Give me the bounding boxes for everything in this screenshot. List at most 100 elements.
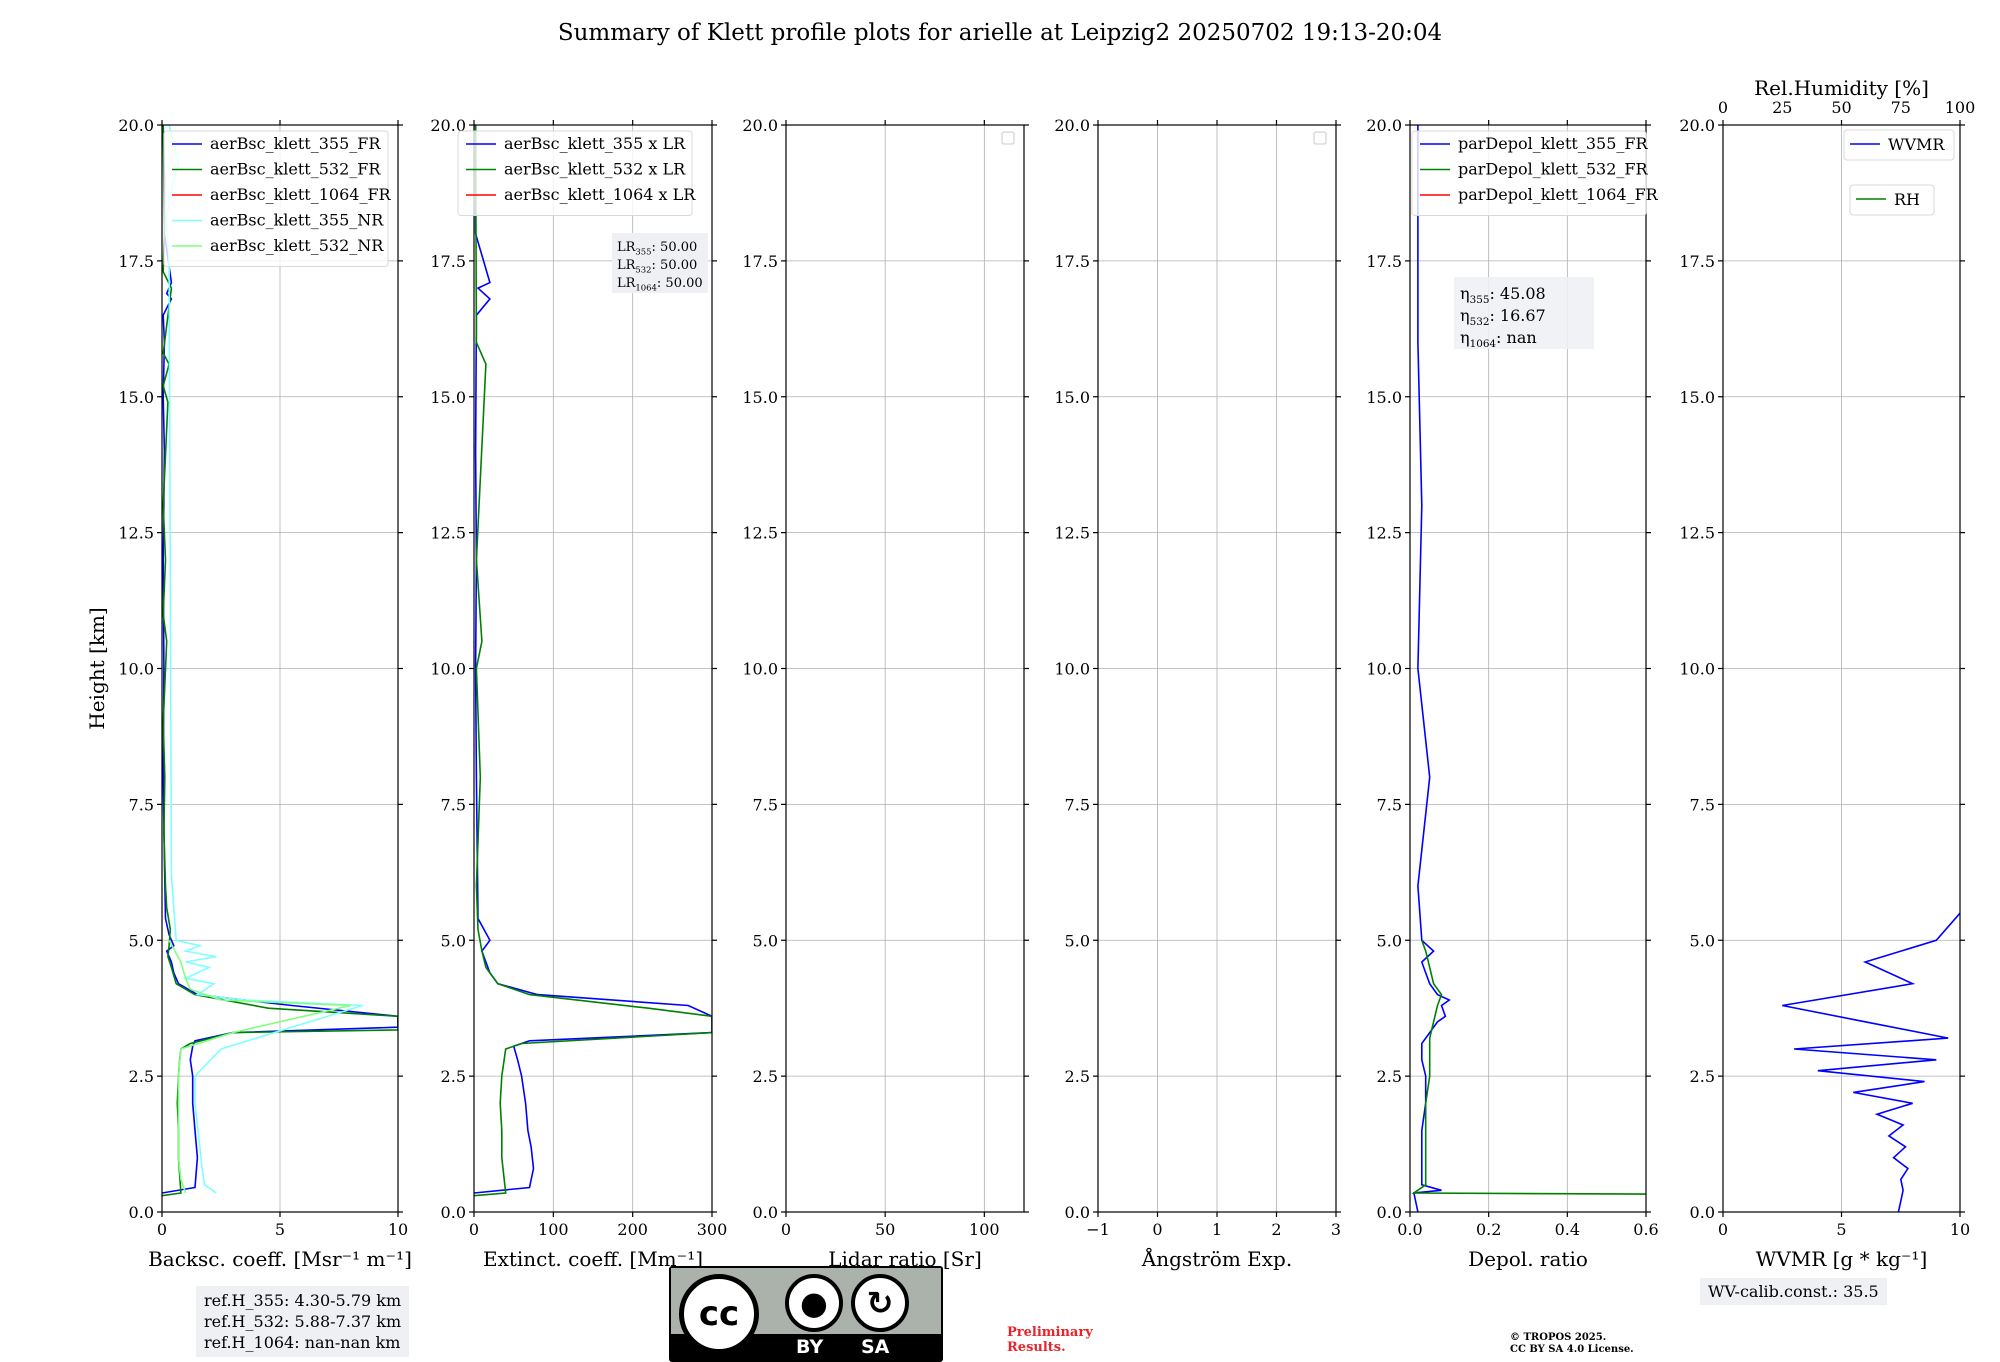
y-tick-label: 0.0 xyxy=(129,1203,154,1222)
ref-height-532: ref.H_532: 5.88-7.37 km xyxy=(204,1312,402,1331)
by-label: BY xyxy=(796,1336,824,1358)
x2-axis-label: Rel.Humidity [%] xyxy=(1754,76,1929,100)
y-tick-label: 7.5 xyxy=(1690,795,1715,814)
copyright-line-2: CC BY SA 4.0 License. xyxy=(1510,1344,1634,1355)
preliminary-note: Preliminary Results. xyxy=(1007,1325,1093,1355)
y-tick-label: 20.0 xyxy=(1054,116,1090,135)
legend-label: parDepol_klett_355_FR xyxy=(1458,134,1649,153)
y-tick-label: 12.5 xyxy=(1679,524,1715,543)
x-tick-label: 50 xyxy=(875,1220,895,1239)
copyright-line-1: © TROPOS 2025. xyxy=(1510,1332,1607,1343)
x2-tick-label: 50 xyxy=(1831,98,1851,117)
preliminary-line-2: Results. xyxy=(1007,1340,1066,1355)
series-line-WVMR xyxy=(1782,912,1960,1212)
y-tick-label: 20.0 xyxy=(742,116,778,135)
x-axis-label: Ångström Exp. xyxy=(1141,1246,1292,1271)
legend-box-RH xyxy=(1849,184,1935,216)
y-tick-label: 15.0 xyxy=(742,388,778,407)
y-tick-label: 17.5 xyxy=(1054,252,1090,271)
x-tick-label: 5 xyxy=(1836,1220,1846,1239)
y-tick-label: 15.0 xyxy=(118,388,154,407)
annotation-part: 532 xyxy=(635,264,651,274)
y-tick-label: 2.5 xyxy=(129,1067,154,1086)
annotation-part: η xyxy=(1460,328,1470,347)
y-tick-label: 17.5 xyxy=(430,252,466,271)
y-tick-label: 10.0 xyxy=(430,660,466,679)
legend-label: parDepol_klett_532_FR xyxy=(1458,160,1649,179)
y-tick-label: 2.5 xyxy=(1065,1067,1090,1086)
x-tick-label: 0.2 xyxy=(1476,1220,1501,1239)
y-tick-label: 15.0 xyxy=(1054,388,1090,407)
annotation-part: : nan xyxy=(1496,328,1537,347)
series-line-aerBsc_klett_532_NR xyxy=(168,939,351,1194)
x-tick-label: −1 xyxy=(1086,1220,1110,1239)
annotation-part: 355 xyxy=(635,246,651,256)
x-tick-label: 2 xyxy=(1271,1220,1281,1239)
annotation-part: LR xyxy=(617,258,637,273)
y-tick-label: 12.5 xyxy=(1054,524,1090,543)
legend-label: aerBsc_klett_1064 x LR xyxy=(504,185,696,204)
cc-by-sa-logo: cc ● ↻ BY SA xyxy=(669,1266,943,1362)
y-tick-label: 12.5 xyxy=(1366,524,1402,543)
y-tick-label: 17.5 xyxy=(1366,252,1402,271)
y-tick-label: 12.5 xyxy=(118,524,154,543)
x-tick-label: 300 xyxy=(697,1220,728,1239)
x-tick-label: 100 xyxy=(969,1220,1000,1239)
y-axis-label: Height [km] xyxy=(85,607,109,729)
legend-label: aerBsc_klett_532_FR xyxy=(210,160,381,179)
y-tick-label: 5.0 xyxy=(1065,931,1090,950)
y-tick-label: 20.0 xyxy=(1366,116,1402,135)
x-tick-label: 0 xyxy=(157,1220,167,1239)
series-line-parDepol_klett_532_FR xyxy=(1411,940,1646,1195)
ref-height-1064: ref.H_1064: nan-nan km xyxy=(204,1333,401,1352)
x2-tick-label: 25 xyxy=(1772,98,1792,117)
annotation-part: η xyxy=(1460,284,1470,303)
y-tick-label: 2.5 xyxy=(441,1067,466,1086)
annotation-part: : 50.00 xyxy=(657,276,703,291)
y-tick-label: 7.5 xyxy=(441,795,466,814)
x-tick-label: 0.4 xyxy=(1555,1220,1580,1239)
y-tick-label: 12.5 xyxy=(742,524,778,543)
y-tick-label: 5.0 xyxy=(441,931,466,950)
annotation-part: 1064 xyxy=(1470,338,1497,350)
x-axis-label: Depol. ratio xyxy=(1468,1247,1588,1271)
legend-label: parDepol_klett_1064_FR xyxy=(1458,185,1659,204)
x-tick-label: 200 xyxy=(617,1220,648,1239)
x2-tick-label: 0 xyxy=(1718,98,1728,117)
y-tick-label: 0.0 xyxy=(441,1203,466,1222)
wv-calibration-box: WV-calib.const.: 35.5 xyxy=(1700,1278,1887,1305)
y-tick-label: 0.0 xyxy=(1690,1203,1715,1222)
x2-tick-label: 100 xyxy=(1945,98,1976,117)
y-tick-label: 20.0 xyxy=(118,116,154,135)
y-tick-label: 10.0 xyxy=(118,660,154,679)
y-tick-label: 15.0 xyxy=(1366,388,1402,407)
x-tick-label: 0.6 xyxy=(1633,1220,1658,1239)
lr-annotation-text: LR532: 50.00 xyxy=(617,258,697,274)
empty-legend-box xyxy=(1313,131,1327,145)
x-tick-label: 0 xyxy=(1718,1220,1728,1239)
sa-label: SA xyxy=(861,1336,890,1358)
y-tick-label: 15.0 xyxy=(1679,388,1715,407)
annotation-part: 355 xyxy=(1470,294,1490,306)
y-tick-label: 5.0 xyxy=(1690,931,1715,950)
x-tick-label: 100 xyxy=(538,1220,569,1239)
x-axis-label: Backsc. coeff. [Msr⁻¹ m⁻¹] xyxy=(148,1247,412,1271)
share-alike-icon: ↻ xyxy=(851,1274,909,1332)
y-tick-label: 7.5 xyxy=(1377,795,1402,814)
x-tick-label: 5 xyxy=(275,1220,285,1239)
lr-annotation-text: LR355: 50.00 xyxy=(617,240,697,256)
legend-label: aerBsc_klett_1064_FR xyxy=(210,185,392,204)
x-tick-label: 1 xyxy=(1212,1220,1222,1239)
legend-label: WVMR xyxy=(1888,135,1945,154)
y-tick-label: 10.0 xyxy=(1366,660,1402,679)
annotation-part: : 50.00 xyxy=(652,258,698,273)
person-icon: ● xyxy=(785,1274,843,1332)
preliminary-line-1: Preliminary xyxy=(1007,1325,1093,1340)
x-tick-label: 10 xyxy=(1950,1220,1970,1239)
cc-logo-labels: BY SA xyxy=(669,1334,943,1358)
y-tick-label: 20.0 xyxy=(1679,116,1715,135)
y-tick-label: 7.5 xyxy=(1065,795,1090,814)
y-tick-label: 10.0 xyxy=(1054,660,1090,679)
x-tick-label: 0 xyxy=(1152,1220,1162,1239)
x-tick-label: 0 xyxy=(469,1220,479,1239)
